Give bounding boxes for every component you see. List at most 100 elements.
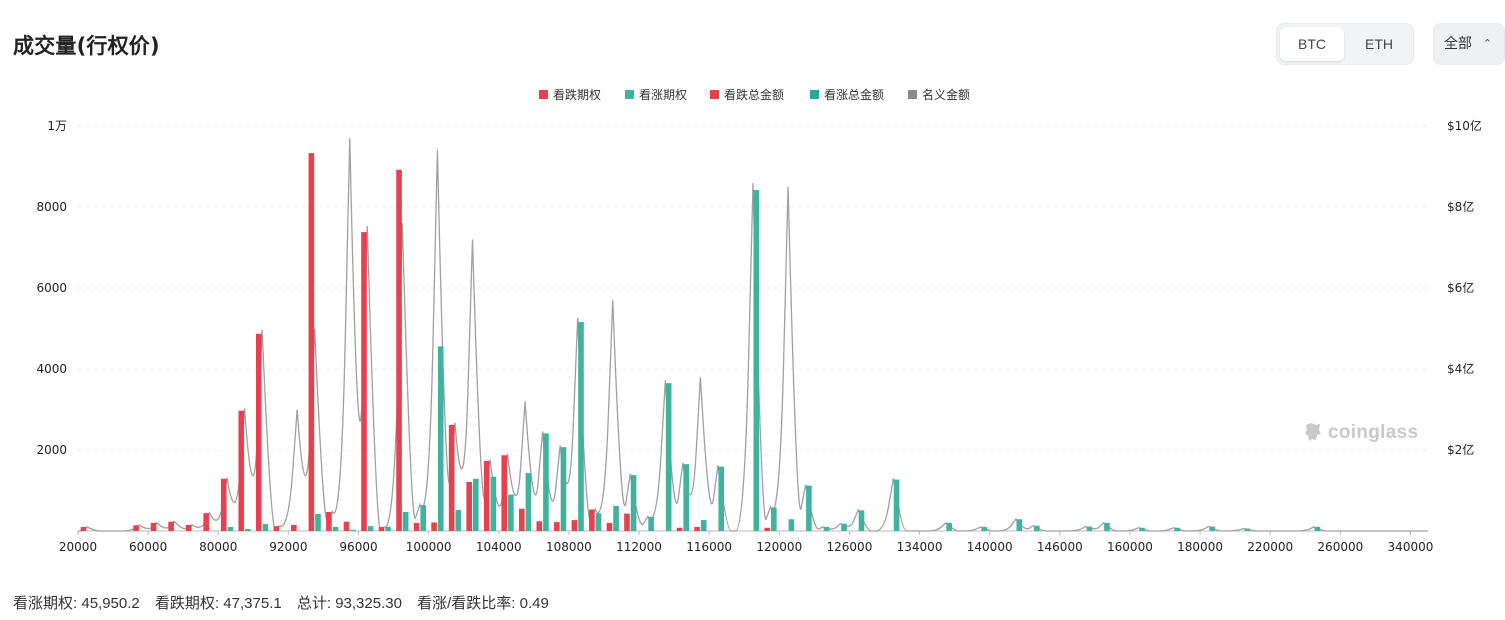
x-tick-label: 100000 <box>406 540 452 554</box>
footer-ratio: 看涨/看跌比率: 0.49 <box>417 595 549 612</box>
x-tick-label: 126000 <box>827 540 873 554</box>
x-tick-label: 140000 <box>967 540 1013 554</box>
call-bar <box>578 322 584 531</box>
put-bar <box>413 522 420 531</box>
footer-call-label: 看涨期权 <box>13 595 74 612</box>
call-bar <box>227 526 234 531</box>
legend-swatch <box>625 90 634 99</box>
put-bar <box>764 527 771 531</box>
put-bar <box>185 524 192 531</box>
put-bar <box>694 526 700 531</box>
y-left-tick-label: 4000 <box>36 362 67 376</box>
call-bar <box>613 505 619 531</box>
footer-call-total: 看涨期权: 45,950.2 <box>13 595 140 612</box>
put-bar <box>536 521 543 531</box>
call-bar <box>472 478 479 531</box>
legend-swatch <box>710 90 719 99</box>
call-bar <box>946 522 952 531</box>
coin-option-eth[interactable]: ETH <box>1347 27 1411 61</box>
put-bar <box>378 526 385 531</box>
legend-label: 看涨期权 <box>639 87 687 102</box>
call-bar <box>1086 526 1093 531</box>
notional-amount-line <box>77 138 1428 532</box>
watermark-text: coinglass <box>1328 422 1419 443</box>
put-bar <box>326 511 332 531</box>
call-bar <box>350 529 356 531</box>
put-bar <box>238 410 245 531</box>
put-bar <box>343 521 350 531</box>
call-bar <box>806 485 812 531</box>
call-bar <box>683 464 689 531</box>
y-left-tick-label: 2000 <box>36 443 67 457</box>
footer-put-value: 47,375.1 <box>223 595 282 612</box>
summary-footer: 看涨期权: 45,950.2 看跌期权: 47,375.1 总计: 93,325… <box>13 592 560 613</box>
footer-put-total: 看跌期权: 47,375.1 <box>154 595 282 612</box>
x-tick-label: 180000 <box>1177 540 1223 554</box>
put-bar <box>168 521 174 531</box>
page-title: 成交量(行权价) <box>13 34 160 58</box>
call-bar <box>771 507 777 531</box>
call-bar <box>893 479 900 531</box>
put-bar <box>255 333 262 531</box>
filter-dropdown[interactable]: 全部 ⌃ <box>1433 23 1505 65</box>
call-bar <box>490 476 497 531</box>
put-bar <box>396 169 402 531</box>
x-tick-label: 96000 <box>339 540 377 554</box>
coin-option-btc[interactable]: BTC <box>1280 27 1344 61</box>
call-bar <box>262 524 269 531</box>
footer-ratio-label: 看涨/看跌比率 <box>417 595 512 612</box>
put-bar <box>501 455 508 531</box>
call-bar <box>788 519 795 531</box>
call-bar <box>315 513 321 531</box>
put-bar <box>80 526 87 531</box>
put-bar <box>448 424 455 531</box>
put-bar <box>133 525 139 531</box>
footer-ratio-value: 0.49 <box>519 595 549 612</box>
y-right-tick-label: $4亿 <box>1447 361 1474 376</box>
y-right-tick-label: $8亿 <box>1447 199 1474 214</box>
legend-label: 名义金额 <box>922 87 970 102</box>
filter-label: 全部 <box>1444 36 1472 52</box>
call-bar <box>455 509 462 531</box>
x-tick-label: 120000 <box>756 540 802 554</box>
call-bar <box>332 526 339 531</box>
put-bar <box>220 478 227 531</box>
put-bar <box>676 527 683 531</box>
y-left-tick-label: 1万 <box>47 119 67 133</box>
call-bar <box>981 526 988 531</box>
x-tick-label: 134000 <box>897 540 943 554</box>
footer-call-value: 45,950.2 <box>81 595 140 612</box>
x-tick-label: 112000 <box>616 540 662 554</box>
put-bar <box>606 522 613 531</box>
y-right-tick-label: $6亿 <box>1447 280 1474 295</box>
x-tick-label: 92000 <box>269 540 307 554</box>
put-bar <box>483 460 490 531</box>
y-right-tick-label: $2亿 <box>1447 442 1474 457</box>
put-bar <box>150 522 157 531</box>
put-bar <box>203 513 209 531</box>
volume-by-strike-chart: 看跌期权 看涨期权 看跌总金额 看涨总金额 名义金额 1万 $10亿 8000 $8亿 6000 $… <box>36 87 1482 554</box>
call-bar <box>595 513 602 531</box>
call-bar <box>437 346 444 531</box>
coinglass-logo-icon <box>1305 423 1321 441</box>
put-bar <box>571 520 578 531</box>
sort-arrows-icon: ⌃ <box>1482 37 1492 50</box>
call-bar <box>753 189 760 531</box>
call-bar <box>245 528 251 531</box>
coin-toggle: BTC ETH <box>1276 23 1414 65</box>
call-bar <box>1209 526 1215 531</box>
call-bar <box>858 510 865 531</box>
x-tick-label: 160000 <box>1107 540 1153 554</box>
footer-put-label: 看跌期权 <box>154 595 215 612</box>
put-bar <box>308 153 315 531</box>
y-right-tick-label: $10亿 <box>1447 118 1482 133</box>
x-tick-label: 108000 <box>546 540 592 554</box>
call-bar <box>420 505 426 531</box>
call-bar <box>543 433 549 531</box>
put-bar <box>589 509 595 531</box>
call-bar <box>385 526 391 531</box>
call-bar <box>648 516 654 531</box>
call-bar <box>367 526 374 531</box>
call-bar <box>508 494 514 531</box>
footer-grand-total: 总计: 93,325.30 <box>296 595 402 612</box>
